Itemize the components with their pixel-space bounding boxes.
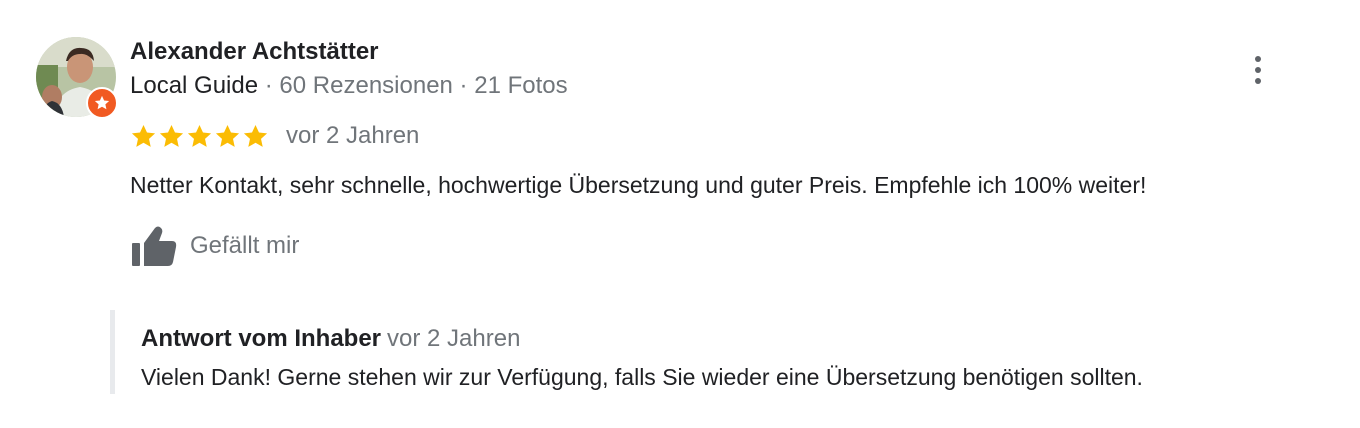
thumbs-up-icon <box>132 226 177 266</box>
meta-separator: · <box>258 72 280 99</box>
local-guide-label: Local Guide <box>130 72 259 99</box>
reviews-count: 60 Rezensionen <box>279 72 453 99</box>
star-icon <box>131 124 156 147</box>
rating-row: vor 2 Jahren <box>130 120 419 152</box>
review-card: Alexander Achtstätter Local Guide · 60 R… <box>0 0 1360 428</box>
star-icon <box>243 124 268 147</box>
like-button[interactable]: Gefällt mir <box>130 223 299 269</box>
photos-count: 21 Fotos <box>474 72 568 99</box>
review-date: vor 2 Jahren <box>286 122 420 149</box>
star-icon <box>215 124 240 147</box>
review-text: Netter Kontakt, sehr schnelle, hochwerti… <box>130 172 1147 198</box>
star-icon <box>187 124 212 147</box>
like-label: Gefällt mir <box>190 232 300 259</box>
local-guide-badge-icon <box>86 87 118 119</box>
author-avatar[interactable] <box>36 37 118 119</box>
star-icon <box>159 124 184 147</box>
more-vert-icon[interactable] <box>1240 50 1276 90</box>
owner-reply-title: Antwort vom Inhaber <box>141 325 382 352</box>
owner-reply: Antwort vom Inhaber vor 2 Jahren Vielen D… <box>110 310 1315 394</box>
owner-reply-date: vor 2 Jahren <box>387 325 521 352</box>
meta-separator: · <box>452 72 475 99</box>
owner-reply-header: Antwort vom Inhaber vor 2 Jahren <box>141 325 520 353</box>
author-meta: Local Guide · 60 Rezensionen · 21 Fotos <box>130 72 568 100</box>
author-name[interactable]: Alexander Achtstätter <box>130 38 379 66</box>
star-rating <box>130 123 269 150</box>
owner-reply-text: Vielen Dank! Gerne stehen wir zur Verfüg… <box>141 364 1143 390</box>
